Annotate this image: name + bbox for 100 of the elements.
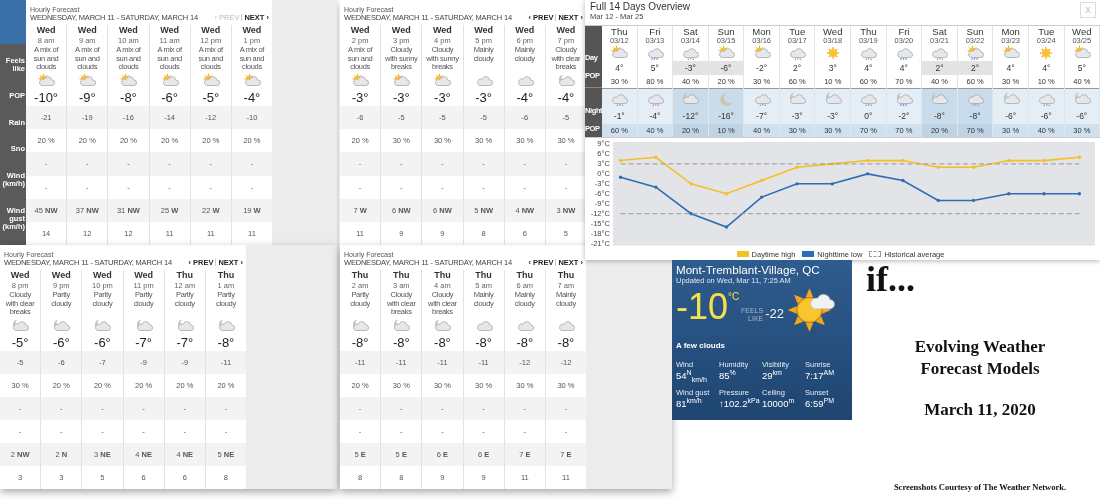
data-point [760, 195, 764, 200]
day-label: Wed [200, 25, 222, 36]
low-temperature: -16° [718, 111, 734, 122]
day-label: Thu [433, 270, 452, 281]
day-label: Thu [392, 270, 411, 281]
moon-cloud-icon [350, 317, 371, 333]
day-label: Tue [1037, 25, 1056, 37]
day-label: Wed [241, 25, 263, 36]
temperature: -3° [351, 89, 369, 105]
day-label: Thu [610, 25, 629, 37]
moon-cloud-icon [51, 317, 72, 333]
day-label: Fri [897, 25, 911, 37]
high-temperature: 2° [971, 62, 980, 73]
day-label: Thu [474, 270, 493, 281]
snow-cloud-icon [858, 91, 879, 107]
high-temperature: -6° [720, 62, 732, 73]
day-label: Wed [159, 25, 180, 36]
temperature: -4° [516, 89, 534, 105]
moon-cloud-icon [391, 317, 412, 333]
low-temperature: -3° [791, 111, 803, 122]
temperature: -8° [475, 334, 492, 350]
sun-cloud-icon [391, 72, 412, 88]
day-label: Sun [965, 25, 985, 37]
day-label: Wed [473, 25, 494, 36]
data-point [1077, 156, 1082, 160]
temperature: -8° [120, 89, 137, 105]
day-label: Wed [514, 25, 536, 36]
day-label: Thu [350, 270, 370, 281]
temperature: -6° [161, 89, 178, 105]
day-label: Wed [822, 25, 844, 37]
stat-value: 81$^{km/h}$ [676, 397, 703, 410]
day-label: Wed [1071, 25, 1093, 37]
day-label: Fri [648, 25, 662, 37]
temperature: -7° [135, 334, 152, 350]
data-point [618, 175, 623, 180]
temperature: -5° [11, 334, 29, 350]
data-point [689, 182, 693, 186]
stat-value: 29$^{km}$ [762, 369, 783, 382]
data-point [865, 172, 870, 176]
sun-cloud-icon [118, 72, 139, 88]
snow-cloud-icon [965, 91, 986, 107]
low-temperature: -1° [613, 111, 625, 122]
data-point [830, 162, 834, 167]
temperature: -3° [392, 89, 410, 105]
low-temperature: -3° [827, 111, 839, 122]
low-temperature: -4° [649, 111, 661, 122]
credit-text: Screenshots Courtesy of The Weather Network. [893, 482, 1067, 492]
sun-icon [825, 45, 840, 60]
high-temperature: 2° [935, 62, 944, 73]
data-point [795, 166, 799, 170]
moon-cloud-icon [10, 317, 31, 333]
data-point [971, 199, 976, 203]
teaser-text: if... [866, 262, 915, 296]
stat-value: 85$^{%}$ [719, 369, 737, 382]
data-point [654, 156, 658, 160]
temperature: -8° [217, 334, 235, 350]
temperature: -8° [392, 334, 410, 350]
moon-icon [719, 91, 733, 106]
legend-swatch [869, 251, 882, 257]
day-label: Wed [390, 25, 412, 36]
low-temperature: -12° [682, 111, 699, 122]
temperature: -8° [557, 334, 575, 350]
day-label: Thu [556, 270, 576, 281]
data-point [689, 212, 693, 216]
sun-cloud-icon [77, 72, 98, 88]
low-temperature: -7° [756, 111, 768, 122]
low-temperature: 0° [864, 111, 873, 122]
day-label: Tue [788, 25, 807, 37]
data-point [724, 225, 729, 230]
data-point [971, 166, 976, 170]
day-label: Mon [1000, 25, 1021, 37]
slide-date: March 11, 2020 [924, 400, 1036, 420]
day-label: Wed [555, 25, 577, 36]
low-temperature: -2° [898, 111, 910, 122]
temperature: -5° [202, 89, 220, 105]
temperature: -4° [557, 89, 575, 105]
data-point [1007, 159, 1011, 163]
condition-text: A few clouds [676, 341, 727, 350]
high-temperature: 4° [1042, 62, 1051, 73]
high-temperature: 3° [828, 62, 837, 73]
header-strip [0, 0, 26, 44]
data-point [936, 166, 940, 170]
location-name: Mont-Tremblant-Village, QC [676, 263, 821, 276]
sun-cloud-icon [716, 45, 736, 61]
snow-cloud-icon [609, 91, 630, 107]
data-point [936, 199, 940, 203]
day-label: Sun [716, 25, 736, 37]
day-label: Sat [682, 25, 699, 37]
day-label: Wed [35, 25, 57, 36]
temperature: -9° [78, 89, 96, 105]
day-label: Mon [751, 25, 772, 37]
data-point [865, 159, 870, 163]
data-point [618, 159, 623, 163]
high-temperature: 5° [650, 62, 659, 73]
stat-value: ↑102.2$^{kPa}$ [719, 397, 761, 410]
data-point [1042, 159, 1046, 163]
temperature-unit: °C [728, 291, 740, 302]
sun-icon [1039, 45, 1054, 60]
current-temperature: -10 [676, 287, 729, 327]
sun-cloud-icon [350, 72, 371, 88]
